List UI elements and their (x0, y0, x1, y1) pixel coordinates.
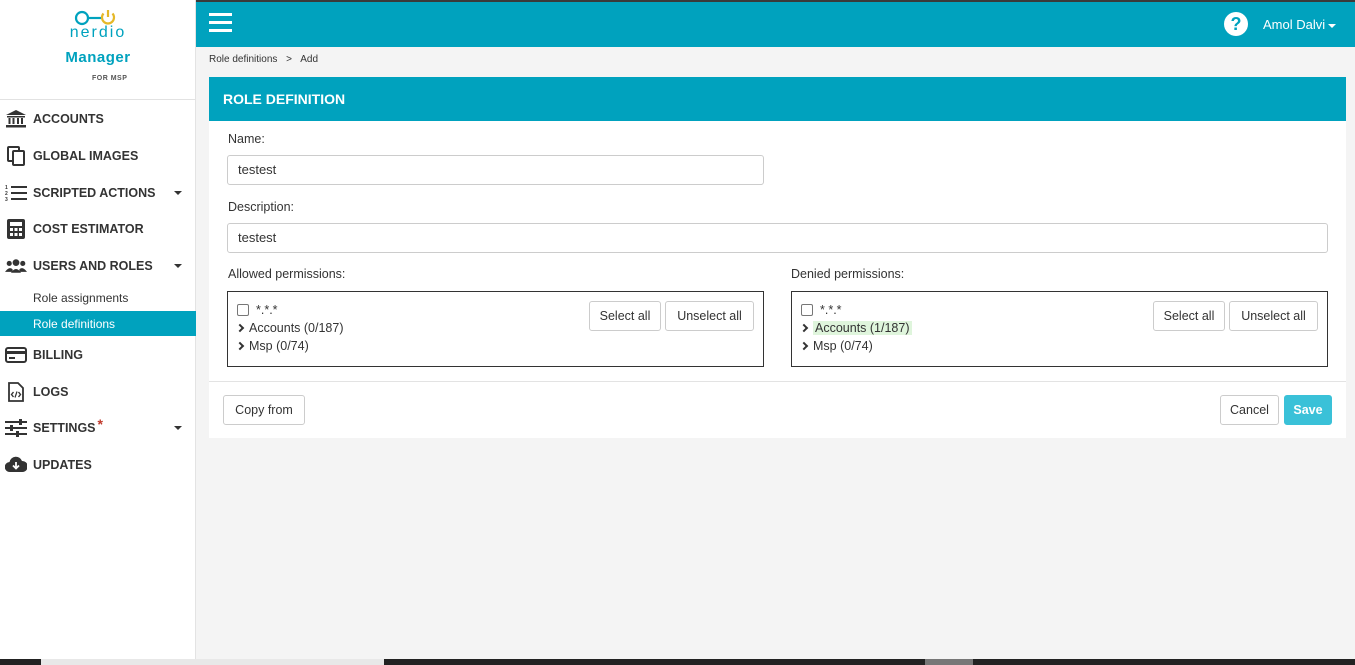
sidebar-item-updates[interactable]: UPDATES (0, 448, 196, 482)
allowed-permissions-label: Allowed permissions: (228, 267, 346, 281)
cloud-download-icon (5, 454, 27, 476)
allowed-unselect-all-button[interactable]: Unselect all (665, 301, 754, 331)
breadcrumb-parent[interactable]: Role definitions (209, 54, 277, 65)
role-definition-card: ROLE DEFINITION Name: testest Descriptio… (209, 77, 1346, 438)
top-bar: ? Amol Dalvi (196, 0, 1355, 47)
copy-from-button[interactable]: Copy from (223, 395, 305, 425)
chevron-right-icon[interactable] (799, 323, 809, 333)
denied-root-row[interactable]: *.*.* (801, 301, 842, 319)
sidebar-item-label: USERS AND ROLES (33, 259, 153, 273)
user-menu[interactable]: Amol Dalvi (1263, 17, 1337, 32)
sidebar-item-settings[interactable]: SETTINGS * (0, 411, 196, 445)
sidebar-item-billing[interactable]: BILLING (0, 338, 196, 372)
credit-card-icon (5, 344, 27, 366)
denied-group-label: Msp (0/74) (813, 339, 873, 353)
sidebar-subitem-role-definitions[interactable]: Role definitions (0, 311, 196, 336)
chevron-right-icon[interactable] (235, 323, 245, 333)
chevron-down-icon[interactable] (174, 426, 182, 430)
users-icon (5, 255, 27, 277)
hamburger-icon[interactable] (209, 13, 232, 33)
save-button[interactable]: Save (1284, 395, 1332, 425)
taskbar-segment (925, 659, 973, 665)
description-label: Description: (228, 200, 294, 214)
sidebar-item-global-images[interactable]: GLOBAL IMAGES (0, 139, 196, 173)
sidebar-item-users-and-roles[interactable]: USERS AND ROLES (0, 249, 196, 283)
chevron-down-icon[interactable] (174, 264, 182, 268)
allowed-select-all-button[interactable]: Select all (589, 301, 661, 331)
chevron-right-icon[interactable] (799, 341, 809, 351)
sidebar-subitem-label: Role definitions (33, 316, 116, 331)
breadcrumb-separator: > (286, 54, 292, 65)
chevron-down-icon[interactable] (174, 191, 182, 195)
name-input[interactable]: testest (227, 155, 764, 185)
sidebar-item-logs[interactable]: LOGS (0, 375, 196, 409)
allowed-root-checkbox[interactable] (237, 304, 249, 316)
allowed-root-label: *.*.* (256, 303, 278, 317)
sidebar-item-label: BILLING (33, 348, 83, 362)
allowed-group-msp[interactable]: Msp (0/74) (235, 337, 309, 355)
taskbar-segment (41, 659, 384, 665)
sidebar-item-label: UPDATES (33, 458, 92, 472)
user-name: Amol Dalvi (1263, 17, 1326, 32)
sidebar-item-label: SCRIPTED ACTIONS (33, 186, 156, 200)
allowed-group-label: Msp (0/74) (249, 339, 309, 353)
calculator-icon (5, 218, 27, 240)
chevron-down-icon (1328, 23, 1337, 28)
sidebar: nerdio Manager for MSP ACCOUNTS GLOBAL I… (0, 0, 196, 665)
denied-group-msp[interactable]: Msp (0/74) (799, 337, 873, 355)
breadcrumb-current: Add (300, 54, 319, 65)
sidebar-item-accounts[interactable]: ACCOUNTS (0, 102, 196, 136)
denied-select-all-button[interactable]: Select all (1153, 301, 1225, 331)
svg-text:3: 3 (5, 197, 8, 202)
divider (209, 381, 1346, 382)
allowed-root-row[interactable]: *.*.* (237, 301, 278, 319)
bank-icon (5, 108, 27, 130)
denied-group-accounts[interactable]: Accounts (1/187) (799, 319, 912, 337)
sidebar-subitem-label: Role assignments (33, 290, 129, 305)
sliders-icon (5, 417, 27, 439)
sidebar-subitem-role-assignments[interactable]: Role assignments (0, 285, 196, 310)
sidebar-item-cost-estimator[interactable]: COST ESTIMATOR (0, 212, 196, 246)
brand-name: nerdio (69, 24, 127, 41)
name-label: Name: (228, 132, 265, 146)
denied-group-label: Accounts (1/187) (813, 321, 912, 335)
allowed-permissions-tree: *.*.* Accounts (0/187) Msp (0/74) Select… (227, 291, 764, 367)
chevron-right-icon[interactable] (235, 341, 245, 351)
allowed-group-label: Accounts (0/187) (249, 321, 344, 335)
card-title: ROLE DEFINITION (209, 77, 1346, 121)
product-suffix: for MSP (92, 75, 128, 82)
denied-root-checkbox[interactable] (801, 304, 813, 316)
breadcrumb: Role definitions > Add (209, 54, 318, 65)
copy-icon (5, 145, 27, 167)
cancel-button[interactable]: Cancel (1220, 395, 1279, 425)
allowed-group-accounts[interactable]: Accounts (0/187) (235, 319, 344, 337)
numbered-list-icon: 123 (5, 182, 27, 204)
sidebar-item-label: LOGS (33, 385, 69, 399)
sidebar-item-label: SETTINGS (33, 421, 96, 435)
sidebar-item-label: COST ESTIMATOR (33, 222, 144, 236)
denied-unselect-all-button[interactable]: Unselect all (1229, 301, 1318, 331)
logo[interactable]: nerdio Manager for MSP (0, 0, 195, 100)
question-circle-icon[interactable]: ? (1224, 12, 1248, 36)
denied-root-label: *.*.* (820, 303, 842, 317)
code-file-icon (5, 381, 27, 403)
product-name: Manager (65, 49, 131, 66)
os-taskbar (0, 659, 1355, 665)
sidebar-item-scripted-actions[interactable]: 123 SCRIPTED ACTIONS (0, 176, 196, 210)
sidebar-item-label: GLOBAL IMAGES (33, 149, 139, 163)
denied-permissions-tree: *.*.* Accounts (1/187) Msp (0/74) Select… (791, 291, 1328, 367)
sidebar-item-label: ACCOUNTS (33, 112, 104, 126)
denied-permissions-label: Denied permissions: (791, 267, 905, 281)
description-input[interactable]: testest (227, 223, 1328, 253)
settings-alert-badge: * (97, 416, 103, 432)
